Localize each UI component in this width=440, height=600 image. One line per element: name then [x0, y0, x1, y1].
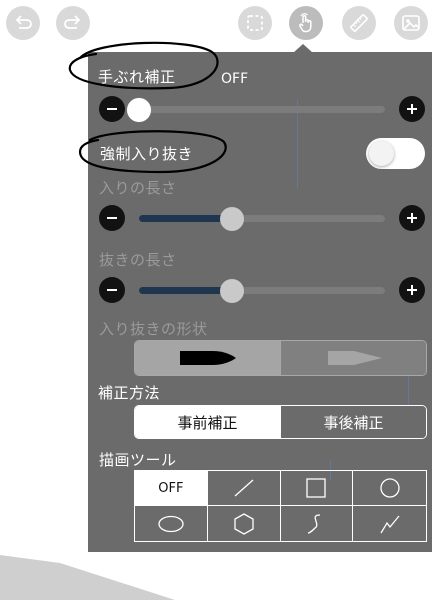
- annotation-oval-force-taper: [78, 130, 227, 174]
- annotation-layer: [68, 41, 227, 174]
- annotation-oval-stabilizer: [68, 41, 219, 90]
- background-shape: [0, 555, 175, 600]
